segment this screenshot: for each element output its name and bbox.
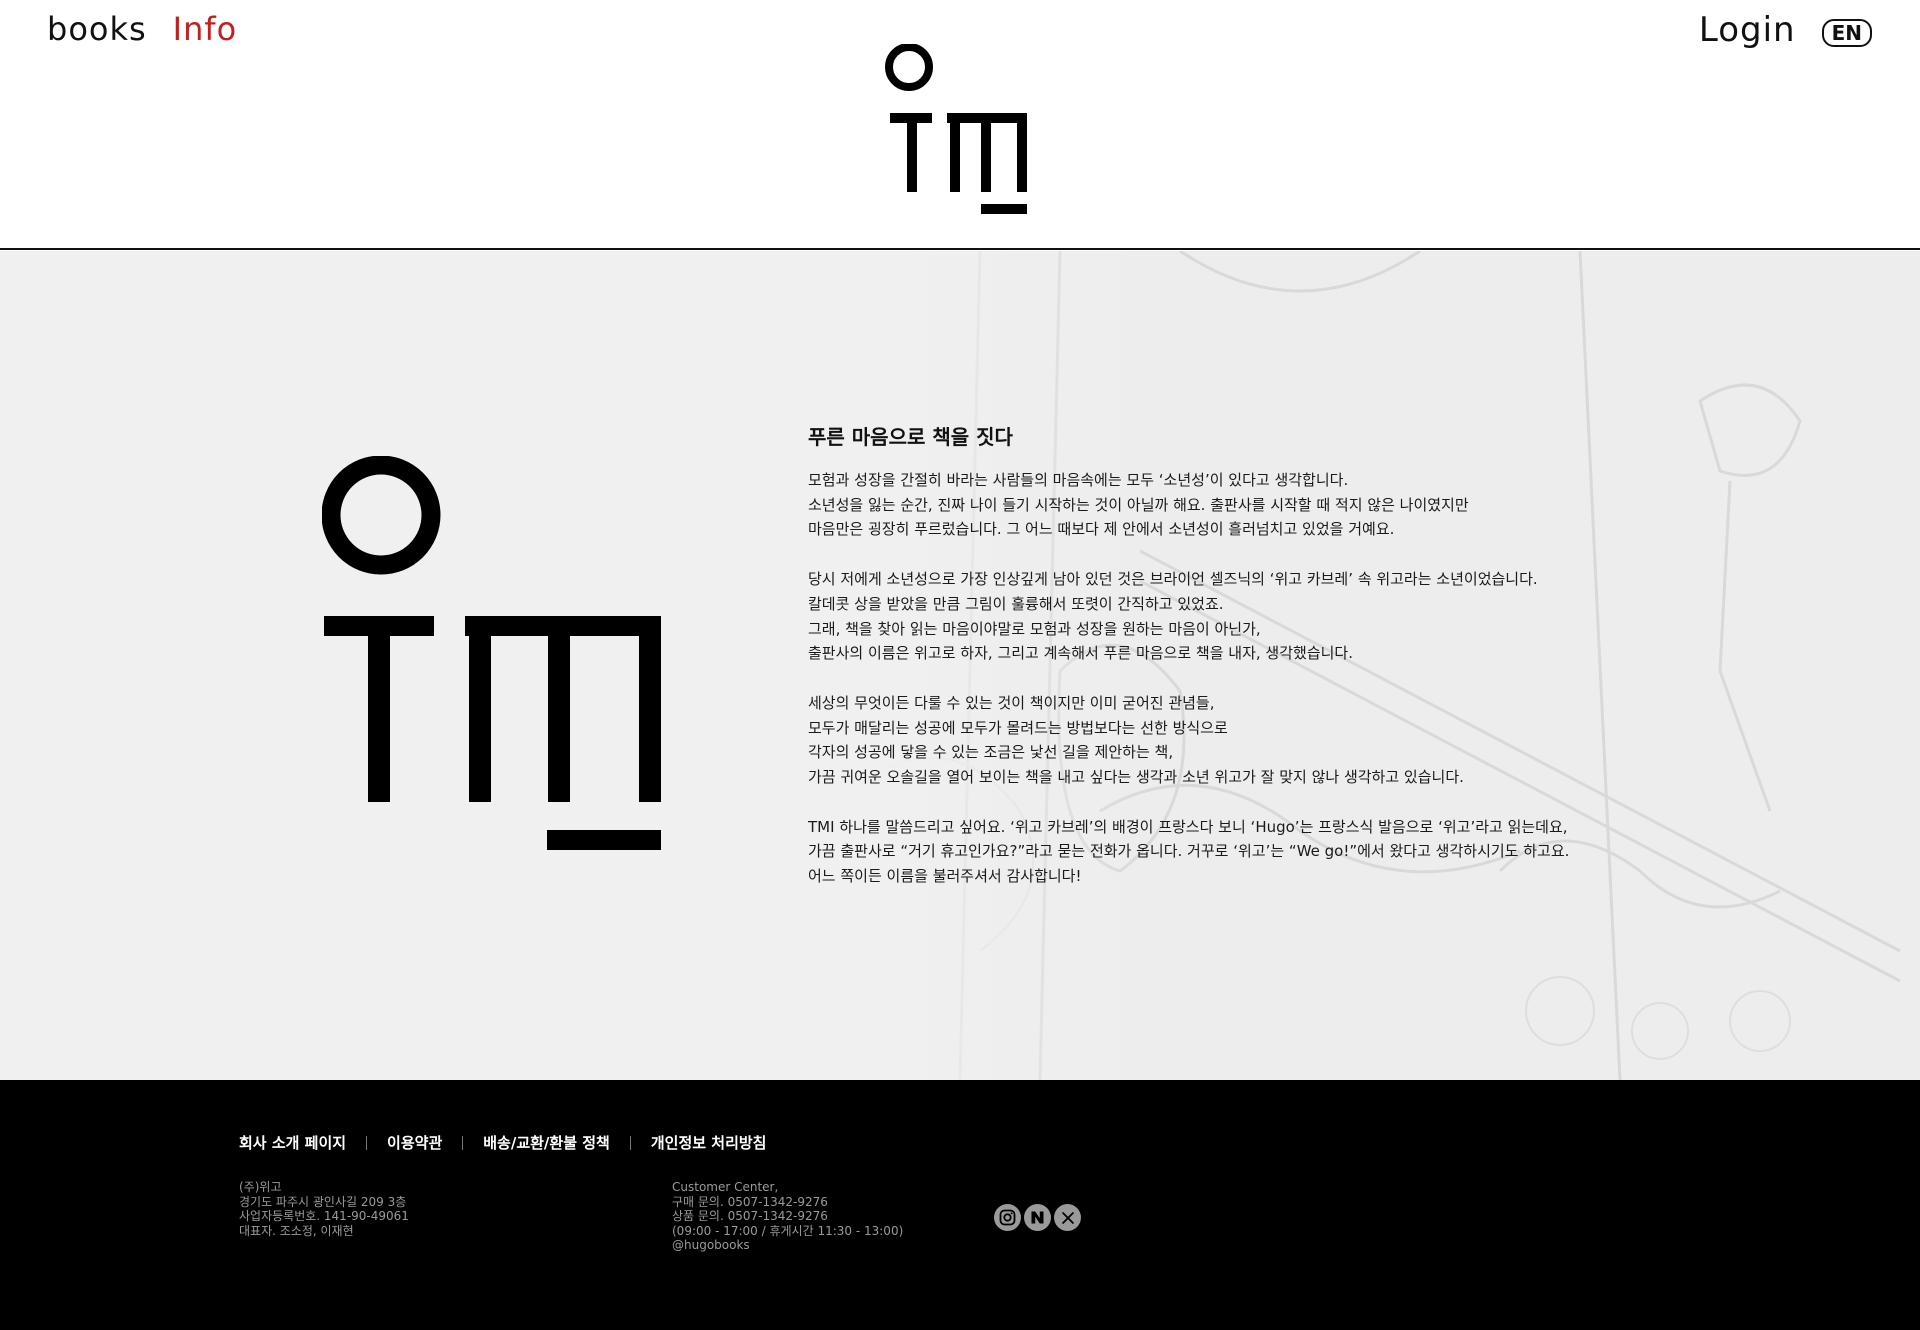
footer-divider [629, 1135, 631, 1150]
about-section: 푸른 마음으로 책을 짓다 모험과 성장을 간절히 바라는 사람들의 마음속에는… [0, 251, 1920, 1080]
social-handle: @hugobooks [672, 1238, 750, 1252]
footer-link-shipping-policy[interactable]: 배송/교환/환불 정책 [483, 1132, 610, 1153]
about-line: TMI 하나를 말씀드리고 싶어요. ‘위고 카브레’의 배경이 프랑스다 보니… [808, 817, 1568, 836]
about-line: 각자의 성공에 닿을 수 있는 조금은 낯선 길을 제안하는 책, [808, 743, 1174, 762]
hugo-logo[interactable] [884, 44, 1036, 216]
hugo-logo-large [322, 456, 661, 850]
footer-links: 회사 소개 페이지 이용약관 배송/교환/환불 정책 개인정보 처리방침 [239, 1132, 766, 1153]
login-link[interactable]: Login [1699, 10, 1796, 50]
footer-link-terms[interactable]: 이용약관 [387, 1132, 442, 1153]
nav-books-link[interactable]: books [47, 10, 147, 48]
social-links [994, 1204, 1081, 1231]
about-paragraph: TMI 하나를 말씀드리고 싶어요. ‘위고 카브레’의 배경이 프랑스다 보니… [808, 815, 1608, 889]
company-name: (주)위고 [239, 1180, 282, 1194]
footer-divider [366, 1135, 368, 1150]
about-line: 모두가 매달리는 성공에 모두가 몰려드는 방법보다는 선한 방식으로 [808, 718, 1228, 737]
naver-icon[interactable] [1024, 1204, 1051, 1231]
customer-center-heading: Customer Center, [672, 1180, 779, 1194]
footer-link-company[interactable]: 회사 소개 페이지 [239, 1132, 346, 1153]
company-address: 경기도 파주시 광인사길 209 3층 [239, 1194, 407, 1209]
about-line: 당시 저에게 소년성으로 가장 인상깊게 남아 있던 것은 브라이언 셀즈닉의 … [808, 570, 1538, 589]
purchase-inquiry: 구매 문의. 0507-1342-9276 [672, 1194, 828, 1209]
about-paragraph: 모험과 성장을 간절히 바라는 사람들의 마음속에는 모두 ‘소년성’이 있다고… [808, 468, 1608, 542]
about-line: 소년성을 잃는 순간, 진짜 나이 들기 시작하는 것이 아닐까 해요. 출판사… [808, 495, 1469, 514]
company-info: (주)위고 경기도 파주시 광인사길 209 3층 사업자등록번호. 141-9… [239, 1180, 409, 1238]
representatives: 대표자. 조소정, 이재현 [239, 1223, 354, 1238]
about-paragraph: 당시 저에게 소년성으로 가장 인상깊게 남아 있던 것은 브라이언 셀즈닉의 … [808, 567, 1608, 666]
about-line: 가끔 출판사로 “거기 휴고인가요?”라고 묻는 전화가 옵니다. 거꾸로 ‘위… [808, 842, 1570, 861]
instagram-icon[interactable] [994, 1204, 1021, 1231]
about-text: 푸른 마음으로 책을 짓다 모험과 성장을 간절히 바라는 사람들의 마음속에는… [808, 421, 1608, 914]
about-line: 모험과 성장을 간절히 바라는 사람들의 마음속에는 모두 ‘소년성’이 있다고… [808, 471, 1349, 489]
about-line: 마음만은 굉장히 푸르렀습니다. 그 어느 때보다 제 안에서 소년성이 흘러넘… [808, 520, 1395, 539]
footer-divider [462, 1135, 464, 1150]
x-icon[interactable] [1054, 1204, 1081, 1231]
about-line: 출판사의 이름은 위고로 하자, 그리고 계속해서 푸른 마음으로 책을 내자,… [808, 644, 1353, 663]
business-number: 사업자등록번호. 141-90-49061 [239, 1209, 409, 1223]
about-line: 가끔 귀여운 오솔길을 열어 보이는 책을 내고 싶다는 생각과 소년 위고가 … [808, 768, 1464, 787]
about-title: 푸른 마음으로 책을 짓다 [808, 425, 1013, 449]
language-toggle[interactable]: EN [1821, 19, 1872, 47]
footer-link-privacy-policy[interactable]: 개인정보 처리방침 [651, 1132, 767, 1153]
nav-info-link[interactable]: Info [173, 10, 238, 48]
about-line: 어느 쪽이든 이름을 불러주셔서 감사합니다! [808, 867, 1082, 886]
site-header: books Info Login EN [0, 0, 1920, 250]
about-paragraph: 세상의 무엇이든 다룰 수 있는 것이 책이지만 이미 굳어진 관념들, 모두가… [808, 691, 1608, 790]
about-line: 그래, 책을 찾아 읽는 마음이야말로 모험과 성장을 원하는 마음이 아닌가, [808, 619, 1261, 638]
customer-center-info: Customer Center, 구매 문의. 0507-1342-9276 상… [672, 1180, 903, 1253]
about-line: 칼데콧 상을 받았을 만큼 그림이 훌륭해서 또렷이 간직하고 있었죠. [808, 594, 1224, 613]
business-hours: (09:00 - 17:00 / 휴게시간 11:30 - 13:00) [672, 1223, 904, 1238]
main-nav: books Info [47, 10, 237, 48]
about-line: 세상의 무엇이든 다룰 수 있는 것이 책이지만 이미 굳어진 관념들, [808, 693, 1215, 712]
user-nav: Login EN [1699, 10, 1872, 50]
site-footer: 회사 소개 페이지 이용약관 배송/교환/환불 정책 개인정보 처리방침 (주)… [0, 1080, 1920, 1330]
product-inquiry: 상품 문의. 0507-1342-9276 [672, 1209, 828, 1223]
